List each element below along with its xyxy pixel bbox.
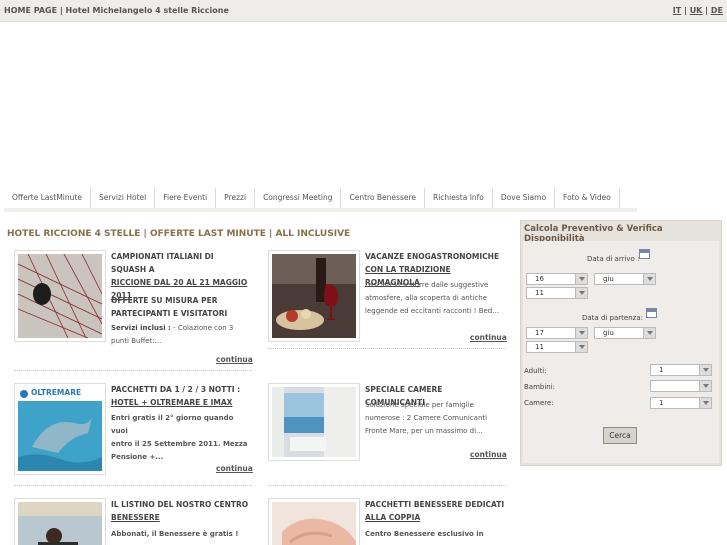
arrival-day-select[interactable]: 16	[526, 273, 588, 285]
offer-description: Soluzione speciale per famiglie numerose…	[365, 401, 488, 435]
booking-form: Data di arrivo : 16 giu 11 Data di parte…	[523, 241, 719, 463]
card-separator	[268, 485, 506, 486]
arrival-month-select[interactable]: giu	[594, 273, 656, 285]
arrival-label: Data di arrivo :	[587, 255, 640, 263]
offer-title[interactable]: IL LISTINO DEL NOSTRO CENTRO BENESSERE	[111, 498, 251, 524]
breadcrumb: HOME PAGE | Hotel Michelangelo 4 stelle …	[4, 6, 229, 15]
booking-panel: Calcola Preventivo & Verifica Disponibil…	[520, 220, 722, 466]
arrival-year-select[interactable]: 11	[526, 287, 588, 299]
offer-description: Centro Benessere esclusivo in	[365, 530, 484, 538]
massage-photo	[272, 502, 356, 545]
dropdown-arrow-icon	[699, 398, 711, 408]
offer-subtitle: OFFERTE SU MISURA PER PARTECIPANTI E VIS…	[111, 296, 228, 318]
nav-item-centro-benessere[interactable]: Centro Benessere	[341, 188, 425, 208]
rooms-select[interactable]: 1	[650, 397, 712, 409]
dropdown-arrow-icon	[643, 328, 655, 338]
offer-thumbnail[interactable]	[268, 250, 360, 342]
offer-description: Abbonati, il Benessere è gratis !	[111, 530, 239, 538]
offer-thumbnail[interactable]: OLTREMARE	[14, 383, 106, 475]
offer-title[interactable]: PACCHETTI BENESSERE DEDICATI ALLA COPPIA	[365, 498, 505, 524]
dropdown-arrow-icon	[699, 365, 711, 375]
departure-label: Data di partenza:	[582, 314, 643, 322]
oltremare-photo	[18, 387, 102, 471]
dropdown-arrow-icon	[699, 381, 711, 391]
nav-item-congressi-meeting[interactable]: Congressi Meeting	[255, 188, 342, 208]
adults-label: Adulti:	[524, 367, 547, 375]
continue-link[interactable]: continua	[470, 450, 507, 459]
room-photo	[272, 387, 356, 457]
offer-thumbnail[interactable]	[14, 250, 106, 342]
continue-link[interactable]: continua	[216, 464, 253, 473]
nav-item-dove-siamo[interactable]: Dove Siamo	[492, 188, 556, 208]
nav-item-richiesta-info[interactable]: Richiesta Info	[425, 188, 493, 208]
wellness-photo	[18, 502, 102, 545]
card-separator	[268, 348, 506, 349]
continue-link[interactable]: continua	[470, 333, 507, 342]
rooms-label: Camere:	[524, 399, 554, 407]
adults-select[interactable]: 1	[650, 364, 712, 376]
card-separator	[14, 485, 252, 486]
dropdown-arrow-icon	[643, 274, 655, 284]
departure-year-select[interactable]: 11	[526, 341, 588, 353]
departure-day-select[interactable]: 17	[526, 327, 588, 339]
nav-item-fiere-eventi[interactable]: Fiere Eventi	[155, 188, 217, 208]
top-bar: HOME PAGE | Hotel Michelangelo 4 stelle …	[0, 0, 727, 22]
children-label: Bambini:	[524, 383, 556, 391]
calendar-icon[interactable]	[639, 249, 650, 259]
lang-link-it[interactable]: IT	[673, 6, 681, 15]
offer-description: Entri gratis il 2° giorno quando vuoi en…	[111, 414, 248, 461]
oltremare-logo-text: OLTREMARE	[31, 388, 82, 397]
card-separator	[14, 370, 252, 371]
nav-divider	[4, 208, 637, 212]
wine-photo	[272, 254, 356, 338]
dropdown-arrow-icon	[575, 288, 587, 298]
nav-item-servizi-hotel[interactable]: Servizi Hotel	[90, 188, 156, 208]
offer-title[interactable]: PACCHETTI DA 1 / 2 / 3 NOTTI : HOTEL + O…	[111, 383, 251, 409]
page-title: HOTEL RICCIONE 4 STELLE | OFFERTE LAST M…	[7, 229, 351, 239]
squash-photo	[17, 253, 103, 339]
offer-thumbnail[interactable]	[268, 498, 360, 545]
offer-description: Lasciatevi sedurre dalle suggestive atmo…	[365, 281, 499, 315]
nav-item-prezzi[interactable]: Prezzi	[216, 188, 256, 208]
dropdown-arrow-icon	[575, 342, 587, 352]
nav-item-foto-video[interactable]: Foto & Video	[555, 188, 620, 208]
nav-item-offerte-lastminute[interactable]: Offerte LastMinute	[4, 188, 91, 208]
dropdown-arrow-icon	[575, 328, 587, 338]
offer-description: Servizi inclusi : - Colazione con 3 punt…	[111, 324, 234, 345]
continue-link[interactable]: continua	[216, 355, 253, 364]
main-nav: Offerte LastMinute Servizi Hotel Fiere E…	[4, 188, 620, 208]
offer-thumbnail[interactable]	[268, 383, 360, 461]
offer-thumbnail[interactable]	[14, 498, 106, 545]
lang-link-uk[interactable]: UK	[690, 6, 703, 15]
dropdown-arrow-icon	[575, 274, 587, 284]
departure-month-select[interactable]: giu	[594, 327, 656, 339]
lang-link-de[interactable]: DE	[711, 6, 723, 15]
language-switcher: IT | UK | DE	[672, 6, 723, 15]
search-button[interactable]: Cerca	[603, 427, 637, 444]
children-select[interactable]	[650, 380, 712, 392]
calendar-icon[interactable]	[646, 308, 657, 318]
